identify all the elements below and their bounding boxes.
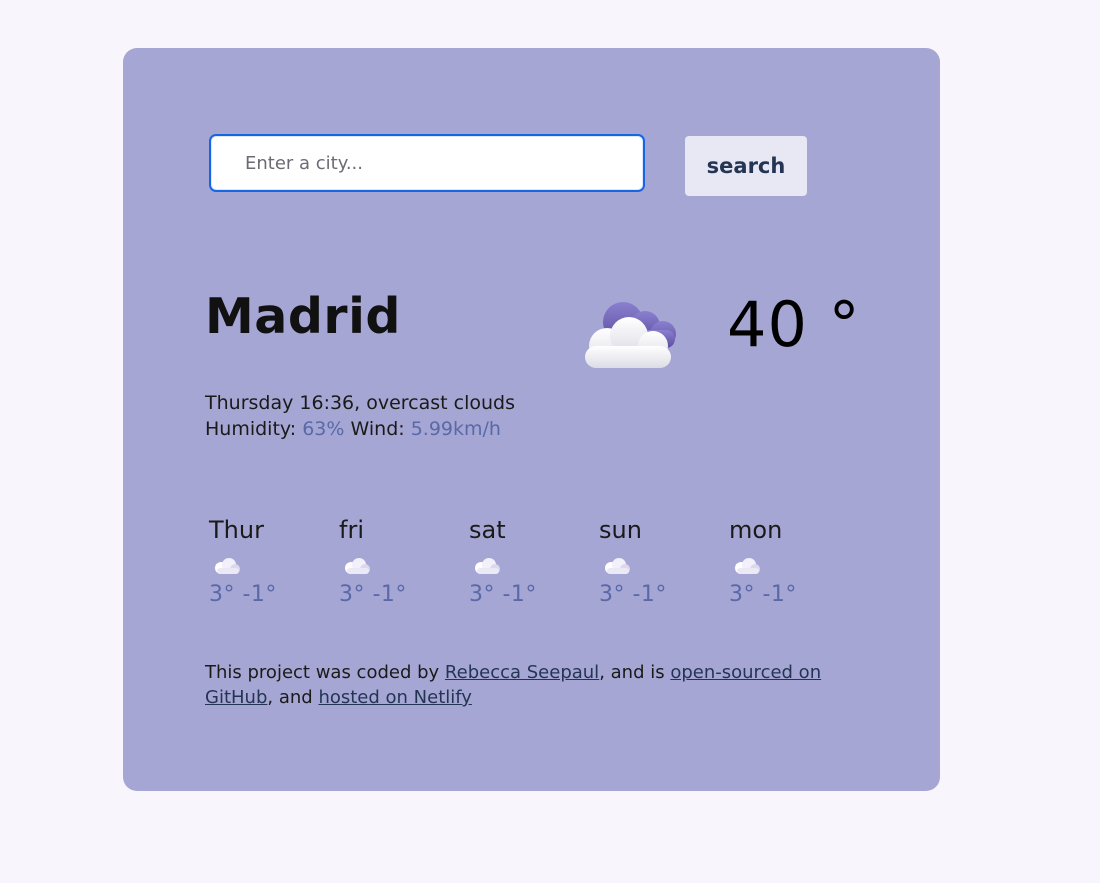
cloud-icon	[605, 558, 630, 574]
search-input[interactable]	[209, 134, 645, 192]
forecast-temps: 3° -1°	[599, 582, 667, 607]
cloud-icon	[215, 558, 240, 574]
forecast-row: Thur 3° -1° fri 3° -1° sat 3° -1° sun 3°…	[209, 514, 859, 624]
weather-card: search Madrid 40 ° Thursday 1	[123, 48, 940, 791]
forecast-temps: 3° -1°	[209, 582, 277, 607]
footer-text: This project was coded by	[205, 662, 440, 683]
author-link[interactable]: Rebecca Seepaul	[445, 662, 599, 683]
forecast-day: mon 3° -1°	[729, 514, 849, 607]
forecast-temps: 3° -1°	[469, 582, 537, 607]
forecast-day: fri 3° -1°	[339, 514, 459, 607]
wind-value: 5.99km/h	[410, 418, 501, 440]
humidity-value: 63%	[302, 418, 345, 440]
search-button[interactable]: search	[685, 136, 807, 196]
forecast-day: sun 3° -1°	[599, 514, 719, 607]
forecast-day-name: Thur	[209, 516, 264, 544]
forecast-day: sat 3° -1°	[469, 514, 589, 607]
forecast-day-name: fri	[339, 516, 364, 544]
cloud-icon	[345, 558, 370, 574]
date-condition: Thursday 16:36, overcast clouds	[205, 392, 516, 414]
footer-credits: This project was coded by Rebecca Seepau…	[205, 660, 865, 710]
forecast-day-name: mon	[729, 516, 783, 544]
forecast-temps: 3° -1°	[339, 582, 407, 607]
forecast-temps: 3° -1°	[729, 582, 797, 607]
forecast-day-name: sat	[469, 516, 506, 544]
overcast-clouds-icon	[585, 302, 676, 368]
current-temperature: 40 °	[727, 288, 861, 361]
wind-label: Wind:	[350, 418, 405, 440]
footer-text: , and is	[599, 662, 665, 683]
netlify-link[interactable]: hosted on Netlify	[318, 687, 472, 708]
city-name: Madrid	[205, 288, 401, 345]
cloud-icon	[475, 558, 500, 574]
footer-text: , and	[267, 687, 313, 708]
humidity-label: Humidity:	[205, 418, 297, 440]
humidity-wind-line: Humidity: 63% Wind: 5.99km/h	[205, 416, 515, 442]
weather-details: Thursday 16:36, overcast clouds Humidity…	[205, 390, 515, 442]
forecast-day-name: sun	[599, 516, 642, 544]
cloud-icon	[735, 558, 760, 574]
forecast-day: Thur 3° -1°	[209, 514, 329, 607]
